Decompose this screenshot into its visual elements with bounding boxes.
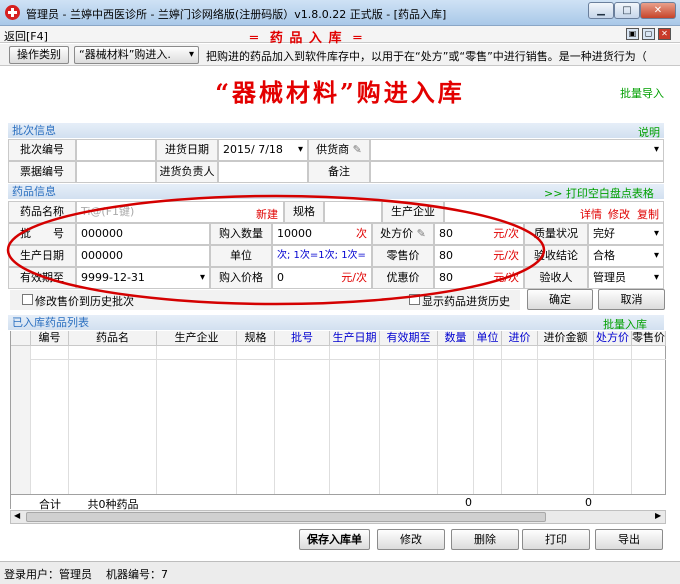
close-button[interactable]: ✕	[640, 2, 676, 19]
col-header[interactable]: 批号	[275, 331, 330, 346]
buyer-input[interactable]	[218, 161, 308, 183]
table-corner	[11, 331, 31, 346]
save-receipt-button[interactable]: 保存入库单	[299, 529, 370, 550]
col-line	[380, 346, 438, 494]
batch-no-input[interactable]	[76, 139, 156, 161]
copy-link[interactable]: 复制	[637, 206, 659, 222]
export-button[interactable]: 导出	[595, 529, 663, 550]
scroll-left-icon[interactable]: ◀	[14, 511, 20, 520]
date-label: 进货日期	[156, 139, 218, 161]
col-header[interactable]: 数量	[438, 331, 474, 346]
col-line	[31, 346, 69, 494]
delete-button[interactable]: 删除	[451, 529, 519, 550]
buyer-label: 进货负责人	[156, 161, 218, 183]
col-header[interactable]: 有效期至	[380, 331, 438, 346]
pen-icon: ✎	[352, 143, 362, 156]
col-line	[157, 346, 237, 494]
col-header[interactable]: 生产企业	[157, 331, 237, 346]
batch-no-label: 批次编号	[8, 139, 76, 161]
restore-icon[interactable]: ▣	[626, 28, 639, 40]
col-line	[237, 346, 275, 494]
row-header-column	[11, 346, 31, 494]
col-header[interactable]: 单位	[474, 331, 502, 346]
col-header[interactable]: 进价金额	[538, 331, 594, 346]
col-header[interactable]: 编号	[31, 331, 69, 346]
invoice-input[interactable]	[76, 161, 156, 183]
col-line	[538, 346, 594, 494]
window-title: 管理员 - 兰婷中西医诊所 - 兰婷门诊网络版(注册码版）v1.8.0.22 正…	[26, 8, 447, 21]
batch-import-link[interactable]: 批量导入	[620, 85, 664, 101]
inspector-select[interactable]: 管理员	[588, 267, 664, 289]
col-line	[69, 346, 157, 494]
col-line	[594, 346, 632, 494]
status-machine: 机器编号：7	[106, 568, 168, 581]
col-line	[502, 346, 538, 494]
col-line	[438, 346, 474, 494]
window-icon[interactable]: ▢	[642, 28, 655, 40]
quality-select[interactable]: 完好	[588, 223, 664, 245]
print-blank-link[interactable]: >> 打印空白盘点表格	[544, 185, 654, 201]
batch-section-title: 批次信息	[12, 124, 56, 137]
op-type-select[interactable]: “器械材料”购进入.	[74, 46, 199, 64]
help-link[interactable]: 说明	[638, 124, 660, 140]
print-button[interactable]: 打印	[522, 529, 590, 550]
invoice-label: 票据编号	[8, 161, 76, 183]
h-scroll-thumb[interactable]	[26, 512, 546, 522]
detail-link[interactable]: 详情	[580, 206, 602, 222]
status-user: 登录用户：管理员	[4, 568, 92, 581]
list-section-header: 已入库药品列表	[8, 315, 664, 330]
col-line	[275, 346, 330, 494]
page-title: “器械材料”购进入库	[215, 78, 465, 107]
app-cross-icon	[5, 5, 20, 20]
remark-label: 备注	[308, 161, 370, 183]
edit-button[interactable]: 修改	[377, 529, 445, 550]
accept-select[interactable]: 合格	[588, 245, 664, 267]
col-header[interactable]: 进价	[502, 331, 538, 346]
col-header[interactable]: 生产日期	[330, 331, 380, 346]
col-header[interactable]: 药品名	[69, 331, 157, 346]
total-qty: 0	[465, 496, 472, 509]
minimize-button[interactable]: ▁	[588, 2, 614, 19]
supplier-select[interactable]	[370, 139, 664, 161]
batch-section-header: 批次信息	[8, 123, 664, 138]
status-bar	[0, 561, 680, 584]
highlight-ellipse	[6, 194, 546, 306]
supplier-label-text: 供货商	[316, 143, 350, 156]
op-type-label: 操作类别	[9, 46, 69, 64]
col-header[interactable]: 零售价	[632, 331, 666, 346]
maximize-button[interactable]: □	[614, 2, 640, 19]
child-close-icon[interactable]: ✕	[658, 28, 671, 40]
scroll-right-icon[interactable]: ▶	[655, 511, 661, 520]
col-line	[474, 346, 502, 494]
op-description: 把购进的药品加入到软件库存中，以用于在“处方”或“零售”中进行销售。是一种进货行…	[206, 50, 647, 63]
title-bar: 管理员 - 兰婷中西医诊所 - 兰婷门诊网络版(注册码版）v1.8.0.22 正…	[0, 0, 680, 26]
list-section-title: 已入库药品列表	[12, 316, 89, 329]
date-input[interactable]: 2015/ 7/18	[218, 139, 308, 161]
col-header[interactable]: 处方价	[594, 331, 632, 346]
col-line	[330, 346, 380, 494]
supplier-label: 供货商 ✎	[308, 139, 370, 161]
edit-drug-link[interactable]: 修改	[608, 206, 630, 222]
back-menu[interactable]: 返回[F4]	[4, 28, 48, 44]
batch-in-link[interactable]: 批量入库	[603, 316, 647, 332]
total-amount: 0	[585, 496, 592, 509]
col-header[interactable]: 规格	[237, 331, 275, 346]
remark-input[interactable]	[370, 161, 664, 183]
cancel-button[interactable]: 取消	[598, 289, 665, 310]
